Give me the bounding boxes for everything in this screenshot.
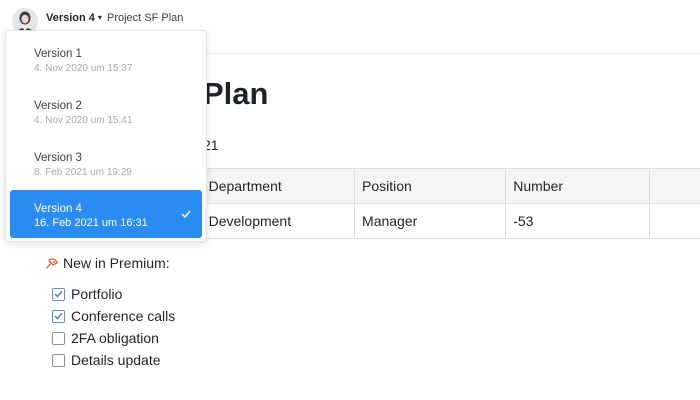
checklist-item-label: Portfolio: [71, 286, 123, 302]
version-item-1[interactable]: Version 1 4. Nov 2020 um 15:37: [10, 35, 202, 83]
checkbox-unchecked[interactable]: [52, 331, 65, 345]
checklist-item-label: 2FA obligation: [71, 330, 159, 346]
premium-heading: New in Premium:: [45, 255, 170, 271]
checkbox-unchecked[interactable]: [52, 353, 65, 367]
table-cell[interactable]: -53: [505, 203, 651, 239]
version-item-2[interactable]: Version 2 4. Nov 2020 um 15:41: [10, 87, 202, 135]
document-name: Project SF Plan: [107, 12, 184, 24]
version-dropdown-button[interactable]: Version 4 ▾: [46, 12, 102, 24]
version-dropdown-menu: Version 1 4. Nov 2020 um 15:37 Version 2…: [5, 30, 207, 242]
checkmark-icon: [54, 312, 63, 320]
table-cell[interactable]: Manager: [354, 203, 507, 239]
check-icon: [181, 210, 191, 218]
version-label: Version 1: [34, 48, 82, 60]
checklist-item[interactable]: 2FA obligation: [52, 327, 175, 349]
version-item-4[interactable]: Version 4 16. Feb 2021 um 16:31: [10, 190, 202, 238]
page-title: Plan: [203, 76, 269, 111]
caret-down-icon: ▾: [97, 13, 102, 22]
table-header-cell[interactable]: Position: [354, 168, 507, 204]
version-date: 8. Feb 2021 um 19:29: [34, 167, 132, 178]
version-label: Version 3: [34, 152, 82, 164]
version-item-3[interactable]: Version 3 8. Feb 2021 um 19:29: [10, 139, 202, 187]
table-header-cell[interactable]: Number: [505, 168, 651, 204]
version-button-label: Version 4: [46, 12, 95, 24]
checklist-item[interactable]: Conference calls: [52, 305, 175, 327]
checklist-item[interactable]: Details update: [52, 349, 175, 371]
checkbox-checked[interactable]: [52, 287, 65, 301]
premium-label: New in Premium:: [63, 255, 170, 271]
table-cell[interactable]: [649, 203, 700, 239]
checkbox-checked[interactable]: [52, 309, 65, 323]
version-label: Version 4: [34, 203, 82, 215]
version-label: Version 2: [34, 100, 82, 112]
table-cell[interactable]: Development: [200, 203, 356, 239]
table-header-cell[interactable]: [649, 168, 700, 204]
checklist-item[interactable]: Portfolio: [52, 283, 175, 305]
table-header-cell[interactable]: Department: [200, 168, 356, 204]
premium-checklist: Portfolio Conference calls 2FA obligatio…: [52, 283, 175, 371]
checklist-item-label: Conference calls: [71, 308, 176, 324]
version-date: 4. Nov 2020 um 15:41: [34, 115, 133, 126]
version-date: 16. Feb 2021 um 16:31: [34, 217, 148, 229]
version-date: 4. Nov 2020 um 15:37: [34, 63, 133, 74]
header-divider: [205, 53, 700, 54]
pin-icon: [46, 258, 58, 269]
checklist-item-label: Details update: [71, 352, 161, 368]
checkmark-icon: [54, 290, 63, 298]
